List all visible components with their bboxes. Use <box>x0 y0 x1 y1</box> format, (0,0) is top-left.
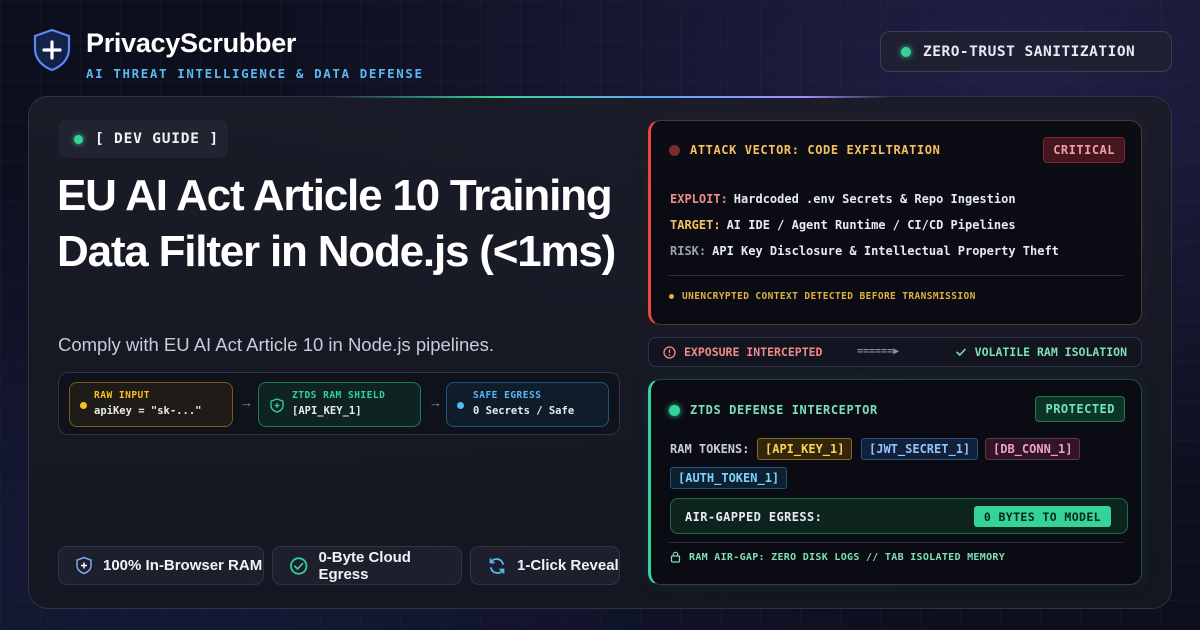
egress-value-badge: 0 BYTES TO MODEL <box>973 506 1111 527</box>
alert-circle-icon <box>663 345 676 359</box>
risk-key: RISK: <box>670 244 707 258</box>
page-subtitle: Comply with EU AI Act Article 10 in Node… <box>58 334 494 355</box>
dev-guide-label: [ DEV GUIDE ] <box>95 131 219 147</box>
severity-badge: CRITICAL <box>1043 137 1125 163</box>
attack-footer: UNENCRYPTED CONTEXT DETECTED BEFORE TRAN… <box>669 291 976 302</box>
arrow-right-icon: → <box>240 395 253 410</box>
target-value: AI IDE / Agent Runtime / CI/CD Pipelines <box>726 218 1016 232</box>
check-icon <box>955 348 966 357</box>
brand-tagline: AI THREAT INTELLIGENCE & DATA DEFENSE <box>86 66 424 81</box>
attack-footer-text: UNENCRYPTED CONTEXT DETECTED BEFORE TRAN… <box>682 291 976 302</box>
flow-safe-label: SAFE EGRESS <box>473 390 542 401</box>
feature-zero-byte-egress: 0-Byte Cloud Egress <box>272 546 462 585</box>
refresh-icon <box>489 557 505 574</box>
attack-card-header: ATTACK VECTOR: CODE EXFILTRATION <box>669 143 940 157</box>
check-circle-icon <box>290 556 308 575</box>
flow-shield-label: ZTDS RAM SHIELD <box>292 390 386 401</box>
feature-one-click-reveal: 1-Click Reveal <box>470 546 620 585</box>
defense-card-header: ZTDS DEFENSE INTERCEPTOR <box>669 403 878 417</box>
defense-footer: RAM AIR-GAP: ZERO DISK LOGS // TAB ISOLA… <box>670 551 1005 563</box>
flow-raw-value: apiKey = "sk-..." <box>94 405 202 417</box>
attack-vector-card: ATTACK VECTOR: CODE EXFILTRATION CRITICA… <box>648 120 1142 325</box>
divider <box>669 275 1123 276</box>
exploit-value: Hardcoded .env Secrets & Repo Ingestion <box>733 192 1016 206</box>
exposure-label: EXPOSURE INTERCEPTED <box>684 345 823 359</box>
isolation-label: VOLATILE RAM ISOLATION <box>974 345 1127 359</box>
sanitization-flow: RAW INPUT apiKey = "sk-..." → ZTDS RAM S… <box>58 372 620 435</box>
page-title: EU AI Act Article 10 Training Data Filte… <box>57 171 616 276</box>
zero-trust-badge: ZERO-TRUST SANITIZATION <box>880 31 1172 72</box>
ram-tokens-label: RAM TOKENS: <box>670 442 750 456</box>
token-auth-token: [AUTH_TOKEN_1] <box>670 467 788 489</box>
defense-title: ZTDS DEFENSE INTERCEPTOR <box>690 403 878 417</box>
status-dot-icon <box>901 46 911 57</box>
shield-plus-icon <box>33 28 71 72</box>
protected-badge: PROTECTED <box>1035 396 1125 422</box>
safe-dot-icon <box>457 402 464 409</box>
shield-icon <box>76 556 92 575</box>
token-jwt-secret: [JWT_SECRET_1] <box>861 438 979 460</box>
interception-status-bar: EXPOSURE INTERCEPTED ======▶ VOLATILE RA… <box>648 337 1142 367</box>
panel-glow-line <box>330 96 890 98</box>
token-api-key: [API_KEY_1] <box>757 438 853 460</box>
feature-label: 100% In-Browser RAM <box>103 557 263 574</box>
flow-arrow-indicator: ======▶ <box>857 346 900 357</box>
brand-name: PrivacyScrubber <box>86 28 297 58</box>
flow-shield-value: [API_KEY_1] <box>292 405 362 417</box>
token-db-conn: [DB_CONN_1] <box>985 438 1081 460</box>
feature-label: 0-Byte Cloud Egress <box>318 548 411 583</box>
alert-dot-icon <box>669 144 680 156</box>
warning-dot-icon <box>669 294 674 299</box>
risk-row: RISK: API Key Disclosure & Intellectual P… <box>670 244 1059 258</box>
zero-trust-label: ZERO-TRUST SANITIZATION <box>923 43 1136 60</box>
target-row: TARGET: AI IDE / Agent Runtime / CI/CD Pi… <box>670 218 1016 232</box>
isolation-status: VOLATILE RAM ISOLATION <box>955 345 1127 359</box>
defense-footer-text: RAM AIR-GAP: ZERO DISK LOGS // TAB ISOLA… <box>689 551 1006 563</box>
flow-raw-label: RAW INPUT <box>94 390 150 401</box>
shield-plus-small-icon <box>270 398 284 413</box>
dev-guide-tag: [ DEV GUIDE ] <box>58 120 228 158</box>
air-gapped-egress: AIR-GAPPED EGRESS: 0 BYTES TO MODEL <box>670 498 1128 534</box>
target-key: TARGET: <box>670 218 721 232</box>
arrow-right-icon: → <box>429 395 442 410</box>
risk-value: API Key Disclosure & Intellectual Proper… <box>712 244 1059 258</box>
exploit-row: EXPLOIT: Hardcoded .env Secrets & Repo In… <box>670 192 1016 206</box>
guide-dot-icon <box>74 134 83 144</box>
active-dot-icon <box>669 404 680 416</box>
exposure-status: EXPOSURE INTERCEPTED <box>663 345 822 359</box>
feature-in-browser-ram: 100% In-Browser RAM <box>58 546 264 585</box>
lock-icon <box>670 551 681 563</box>
exploit-key: EXPLOIT: <box>670 192 728 206</box>
flow-raw-input: RAW INPUT apiKey = "sk-..." <box>69 382 233 427</box>
defense-interceptor-card: ZTDS DEFENSE INTERCEPTOR PROTECTED RAM T… <box>648 379 1142 585</box>
flow-safe-value: 0 Secrets / Safe <box>473 405 575 417</box>
brand: PrivacyScrubber AI THREAT INTELLIGENCE &… <box>32 28 424 81</box>
flow-safe-egress: SAFE EGRESS 0 Secrets / Safe <box>446 382 609 427</box>
attack-title: ATTACK VECTOR: CODE EXFILTRATION <box>690 143 941 157</box>
raw-dot-icon <box>80 402 87 409</box>
egress-label: AIR-GAPPED EGRESS: <box>685 510 823 524</box>
divider <box>669 542 1123 543</box>
feature-label: 1-Click Reveal <box>517 557 619 574</box>
flow-ram-shield: ZTDS RAM SHIELD [API_KEY_1] <box>258 382 421 427</box>
